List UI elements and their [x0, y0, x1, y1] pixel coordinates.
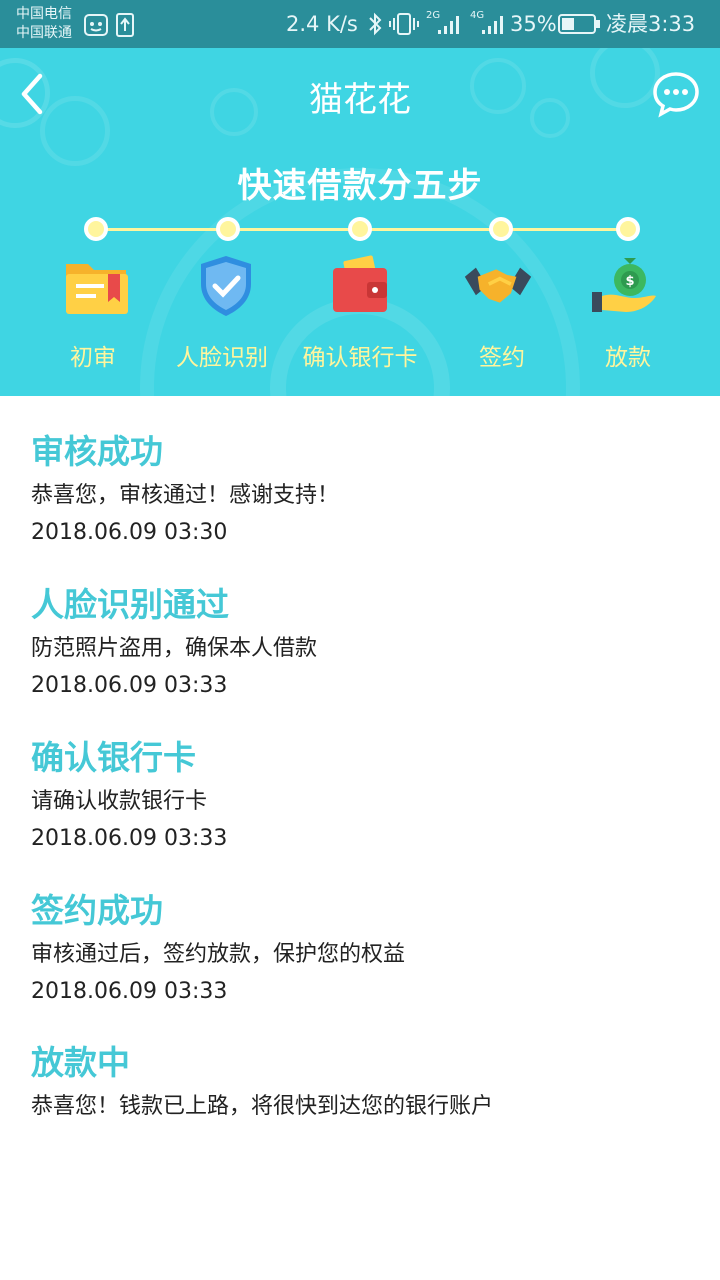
progress-item: 人脸识别通过 防范照片盗用，确保本人借款 2018.06.09 03:33 — [31, 585, 317, 700]
progress-time: 2018.06.09 03:33 — [31, 979, 228, 1004]
bluetooth-icon — [369, 12, 382, 36]
money-bag-hand-icon: $ — [592, 258, 656, 312]
progress-title: 人脸识别通过 — [31, 585, 229, 624]
clock: 凌晨3:33 — [606, 12, 696, 36]
vibrate-icon — [389, 13, 419, 35]
progress-title: 审核成功 — [31, 432, 163, 471]
progress-item: 签约成功 审核通过后，签约放款，保护您的权益 2018.06.09 03:33 — [31, 891, 405, 1006]
progress-title: 确认银行卡 — [31, 738, 196, 777]
progress-item: 审核成功 恭喜您，审核通过！感谢支持！ 2018.06.09 03:30 — [31, 432, 339, 547]
app-screen: 中国电信 中国联通 2.4 K/s 2G 4G 35% 凌晨3:33 猫花花 快… — [0, 0, 720, 1280]
wallet-icon — [333, 255, 387, 312]
header-banner: 猫花花 快速借款分五步 $ 初审 人脸识别 确认银行卡 签约 放款 — [0, 48, 720, 396]
step-dot — [616, 217, 640, 241]
step-dot — [216, 217, 240, 241]
signal-2g-icon — [438, 16, 459, 34]
carrier-1: 中国电信 — [16, 6, 72, 22]
step-label-confirm-card: 确认银行卡 — [302, 345, 418, 371]
svg-text:$: $ — [625, 274, 634, 289]
chat-bubble-icon[interactable] — [652, 70, 700, 118]
progress-desc: 恭喜您！钱款已上路，将很快到达您的银行账户 — [31, 1094, 494, 1119]
step-label-face-recognition: 人脸识别 — [176, 345, 268, 371]
battery-percent: 35% — [510, 12, 557, 36]
handshake-icon — [464, 267, 532, 303]
progress-time: 2018.06.09 03:30 — [31, 520, 228, 545]
step-dot — [489, 217, 513, 241]
progress-desc: 防范照片盗用，确保本人借款 — [31, 636, 318, 661]
security-shield-icon — [201, 256, 251, 316]
page-title: 猫花花 — [309, 80, 411, 120]
folder-document-icon — [66, 264, 128, 314]
progress-desc: 恭喜您，审核通过！感谢支持！ — [31, 483, 340, 508]
step-label-loan: 放款 — [605, 345, 651, 371]
step-dot — [348, 217, 372, 241]
progress-desc: 审核通过后，签约放款，保护您的权益 — [31, 942, 406, 967]
battery-icon — [558, 14, 600, 34]
progress-title: 放款中 — [31, 1043, 130, 1082]
app-notification-icon — [84, 14, 108, 36]
status-bar: 中国电信 中国联通 2.4 K/s 2G 4G 35% 凌晨3:33 — [0, 0, 720, 48]
progress-item: 放款中 恭喜您！钱款已上路，将很快到达您的银行账户 — [31, 1043, 493, 1121]
upload-icon — [116, 13, 134, 37]
carrier-info: 中国电信 中国联通 — [16, 5, 72, 43]
progress-desc: 请确认收款银行卡 — [31, 789, 208, 814]
progress-time: 2018.06.09 03:33 — [31, 673, 228, 698]
network-speed: 2.4 K/s — [286, 12, 358, 36]
progress-item: 确认银行卡 请确认收款银行卡 2018.06.09 03:33 — [31, 738, 227, 853]
steps-heading: 快速借款分五步 — [237, 166, 483, 206]
signal-4g-icon — [482, 16, 503, 34]
progress-title: 签约成功 — [31, 891, 163, 930]
step-dot — [84, 217, 108, 241]
progress-time: 2018.06.09 03:33 — [31, 826, 228, 851]
carrier-2: 中国联通 — [16, 25, 72, 41]
